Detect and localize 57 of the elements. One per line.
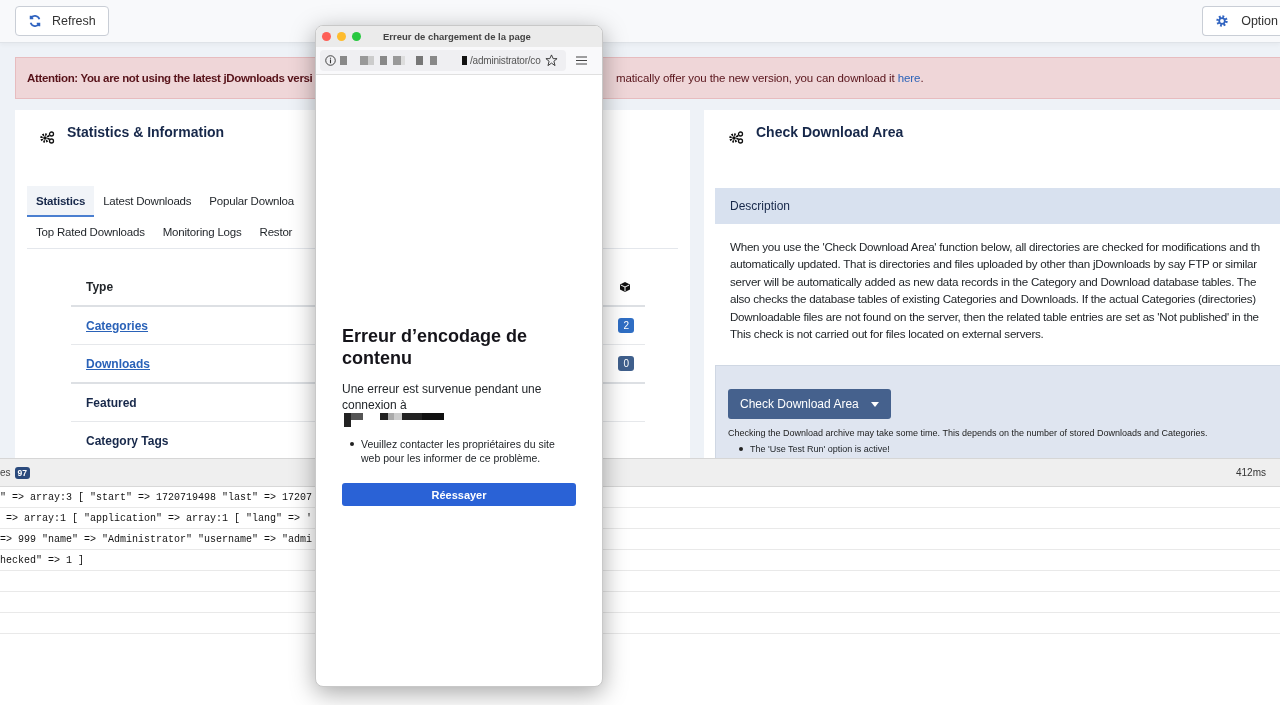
window-title: Erreur de chargement de la page	[383, 31, 531, 42]
options-button[interactable]: Option	[1202, 6, 1280, 36]
count-badge: 97	[14, 466, 31, 479]
info-icon	[325, 55, 336, 66]
type-link[interactable]: Downloads	[86, 356, 150, 371]
tab[interactable]: Monitoring Logs	[153, 217, 251, 248]
tab[interactable]: Statistics	[27, 186, 95, 217]
type-label: Featured	[86, 395, 137, 410]
count-badge: 2	[618, 318, 634, 333]
code-line: " => array:3 [ "start" => 1720719498 "last" => 17207	[0, 491, 313, 503]
tab[interactable]: Popular Downloa	[200, 186, 294, 217]
error-hint: Veuillez contacter les propriétaires du site web pour les informer de ce problème.	[361, 437, 556, 465]
address-bar[interactable]: /administrator/co	[320, 50, 566, 71]
tab[interactable]: Restor	[250, 217, 293, 248]
close-icon[interactable]	[322, 32, 331, 41]
bullet-icon	[739, 447, 743, 452]
cube-icon	[619, 281, 631, 293]
settings-icon	[1215, 14, 1230, 28]
panel-title: Check Download Area	[756, 124, 904, 140]
gears-icon	[728, 130, 744, 144]
retry-button[interactable]: Réessayer	[342, 483, 576, 506]
maximize-icon[interactable]	[352, 32, 361, 41]
description-line: automatically updated. That is directories and files uploaded by other than jDownloads by say FTP or similar	[730, 256, 1258, 273]
time-label: 412ms	[1236, 467, 1266, 478]
refresh-button[interactable]: Refresh	[15, 6, 109, 36]
refresh-icon	[28, 14, 42, 28]
star-icon[interactable]	[544, 54, 558, 67]
minimize-icon[interactable]	[337, 32, 346, 41]
menu-icon[interactable]	[576, 56, 587, 65]
count-badge: 0	[618, 356, 634, 371]
code-line: => array:1 [ "application" => array:1 [ "lang" => '	[5, 512, 313, 524]
description-line: also checks the database tables of existing Categories and Downloads. If the actual Categories (directories)	[730, 291, 1257, 308]
debug-tab[interactable]: es	[0, 467, 11, 478]
type-link[interactable]: Categories	[86, 318, 149, 333]
code-line: => 999 "name" => "Administrator" "username" => "admi	[0, 533, 313, 545]
code-line: hecked" => 1 ]	[0, 554, 84, 566]
error-message: Une erreur est survenue pendant une connexion à	[342, 381, 543, 413]
check-download-area-button[interactable]: Check Download Area	[728, 389, 891, 420]
gears-icon	[39, 130, 55, 144]
caret-icon	[870, 401, 879, 407]
error-heading: Erreur d’encodage de contenu	[342, 325, 529, 369]
description-line: When you use the 'Check Download Area' function below, all directories are checked for modifications and th	[730, 239, 1261, 255]
tab[interactable]: Top Rated Downloads	[27, 217, 154, 248]
url-text: /administrator/co	[470, 55, 541, 66]
alert-text: matically offer you the new version, you can download it here.	[616, 72, 924, 84]
column-header: Type	[86, 280, 114, 294]
type-label: Category Tags	[86, 433, 169, 448]
description-line: This check is not carried out for files located on external servers.	[730, 326, 1045, 343]
tab[interactable]: Latest Downloads	[94, 186, 201, 217]
alert-text: Attention: You are not using the latest jDownloads versi	[27, 72, 314, 84]
description-line: Downloadable files are not found on the server, then the related table entries are set as 'Not published' in the	[730, 308, 1260, 325]
description-line: server will be automatically added as new data records in the Category and Download database tables. The	[730, 273, 1258, 290]
bullet-item: The 'Use Test Run' option is active!	[750, 443, 890, 456]
bullet-icon	[350, 442, 354, 446]
description-header: Description	[715, 188, 1280, 224]
note-text: Checking the Download archive may take some time. This depends on the number of stored Downloads and Categories.	[728, 428, 1208, 439]
panel-title: Statistics & Information	[67, 124, 225, 140]
